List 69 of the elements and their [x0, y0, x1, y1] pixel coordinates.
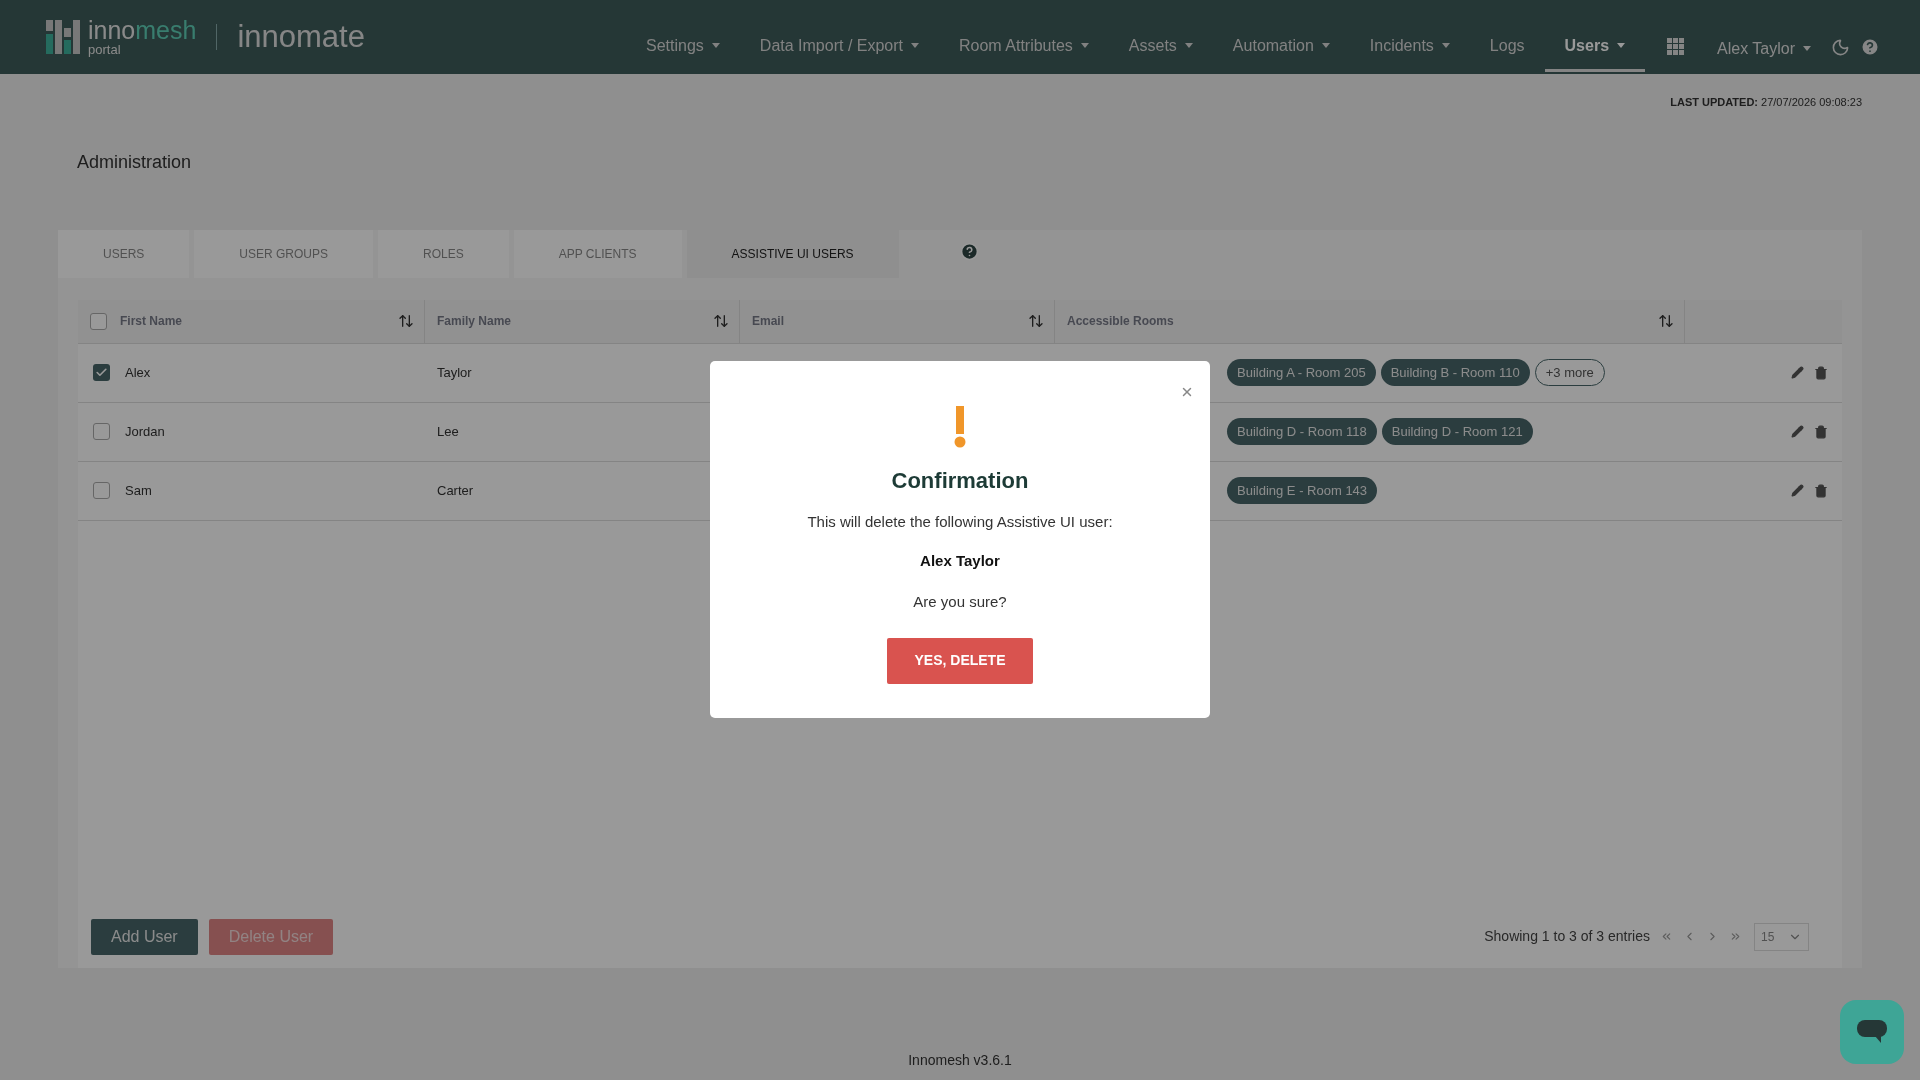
sort-icon[interactable]: [713, 313, 729, 329]
dialog-user-name: Alex Taylor: [920, 550, 1000, 571]
room-tag: Building E - Room 143: [1227, 476, 1378, 505]
pagination-summary: Showing 1 to 3 of 3 entries: [1484, 927, 1650, 946]
warning-icon: [954, 406, 966, 448]
tab[interactable]: USER GROUPS: [194, 229, 374, 278]
nav-menu-item[interactable]: Room Attributes: [939, 22, 1109, 72]
checkbox[interactable]: [93, 482, 110, 499]
column-header[interactable]: First Name: [120, 312, 183, 330]
footer-version: Innomesh v3.6.1: [908, 1050, 1012, 1070]
logo-wordmark: innomesh: [88, 18, 197, 43]
tab[interactable]: USERS: [58, 229, 190, 278]
confirm-delete-button[interactable]: YES, DELETE: [887, 637, 1033, 684]
chat-icon: [1857, 1020, 1887, 1044]
last-updated-text: LAST UPDATED: 27/07/2026 09:08:23: [1670, 95, 1862, 110]
apps-grid-icon[interactable]: [1667, 38, 1686, 56]
dialog-question: Are you sure?: [913, 592, 1007, 612]
room-tag: Building D - Room 118: [1227, 417, 1377, 446]
close-icon[interactable]: [1180, 385, 1194, 399]
dialog-title: Confirmation: [891, 467, 1029, 495]
tab[interactable]: ASSISTIVE UI USERS: [686, 229, 899, 278]
edit-icon[interactable]: [1791, 425, 1804, 438]
nav-menu-item[interactable]: Data Import / Export: [739, 22, 939, 72]
tab[interactable]: ROLES: [378, 229, 509, 278]
chat-button[interactable]: [1840, 1000, 1904, 1064]
sort-icon[interactable]: [1028, 313, 1044, 329]
room-tag: Building D - Room 121: [1381, 417, 1533, 446]
edit-icon[interactable]: [1791, 484, 1804, 497]
nav-menu-item[interactable]: Automation: [1212, 22, 1350, 72]
sort-icon[interactable]: [398, 313, 414, 329]
first-page-icon[interactable]: [1660, 930, 1673, 943]
column-header[interactable]: Family Name: [437, 312, 512, 330]
page-title: Administration: [77, 150, 193, 174]
table-cell-text: Jordan: [125, 422, 165, 441]
help-icon[interactable]: [1860, 37, 1880, 57]
logo-icon: [46, 20, 80, 54]
logo-subtitle: portal: [88, 43, 122, 56]
checkbox[interactable]: [93, 364, 110, 381]
table-cell-text: Taylor: [437, 363, 472, 382]
column-header[interactable]: Accessible Rooms: [1067, 312, 1174, 330]
table-cell-text: Lee: [437, 422, 459, 441]
sort-icon[interactable]: [1658, 313, 1674, 329]
check-icon: [95, 366, 108, 379]
dark-mode-icon[interactable]: [1831, 37, 1850, 57]
nav-menu-item[interactable]: Incidents: [1349, 22, 1470, 72]
add-user-button[interactable]: Add User: [91, 918, 198, 955]
delete-icon[interactable]: [1814, 365, 1828, 380]
delete-icon[interactable]: [1814, 424, 1828, 439]
tab[interactable]: APP CLIENTS: [513, 229, 682, 278]
delete-icon[interactable]: [1814, 483, 1828, 498]
checkbox[interactable]: [90, 312, 107, 330]
caret-icon: [1803, 46, 1811, 51]
room-tag: Building A - Room 205: [1227, 358, 1376, 387]
page-size-select[interactable]: 15: [1754, 922, 1809, 951]
dialog-message: This will delete the following Assistive UI user:: [807, 512, 1113, 532]
table-cell-text: Carter: [437, 481, 474, 500]
nav-menu-item[interactable]: Logs: [1469, 22, 1545, 72]
last-page-icon[interactable]: [1729, 930, 1742, 943]
nav-menu-item[interactable]: Settings: [626, 22, 740, 72]
user-menu[interactable]: Alex Taylor: [1707, 22, 1821, 72]
table-cell-text: Alex: [125, 363, 151, 382]
checkbox[interactable]: [93, 423, 110, 440]
nav-menu-item[interactable]: Users: [1544, 22, 1646, 72]
column-header[interactable]: Email: [752, 312, 784, 330]
nav-menu-item[interactable]: Assets: [1108, 22, 1213, 72]
room-tag: Building B - Room 110: [1380, 358, 1530, 387]
edit-icon[interactable]: [1791, 366, 1804, 379]
app-name: innomate: [237, 17, 365, 56]
table-cell-text: Sam: [125, 481, 152, 500]
